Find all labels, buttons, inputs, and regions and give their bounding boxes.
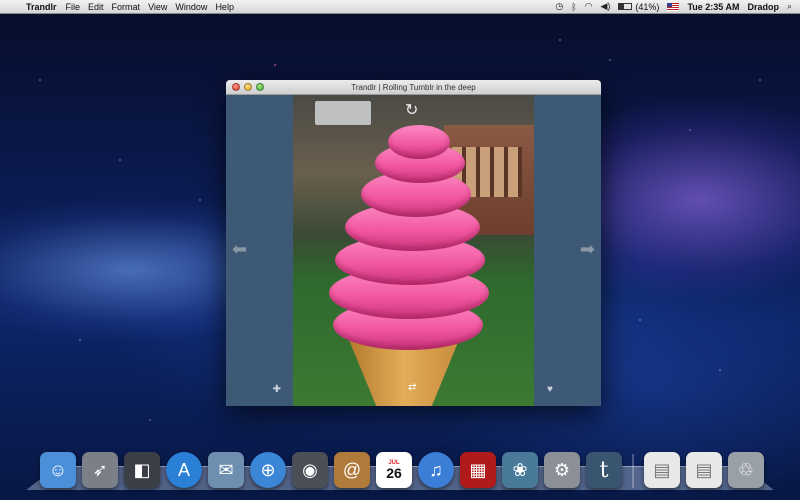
safari-icon[interactable]: ⊕	[250, 452, 286, 488]
document-icon-2[interactable]: ▤	[686, 452, 722, 488]
dock: ☺ ➶ ◧ A ✉ ⊕ ◉ @ JUL 26 ♫ ▦ ❀ ⚙ t ▤ ▤ ♲	[40, 448, 764, 488]
menu-view[interactable]: View	[148, 2, 167, 12]
like-heart-icon[interactable]: ♥	[547, 385, 553, 395]
address-book-icon[interactable]: @	[334, 452, 370, 488]
iphoto-icon[interactable]: ❀	[502, 452, 538, 488]
title-bar[interactable]: Trandlr | Rolling Tumblr in the deep	[226, 80, 601, 95]
document-icon[interactable]: ▤	[644, 452, 680, 488]
calendar-icon[interactable]: JUL 26	[376, 452, 412, 488]
dashboard-icon[interactable]: ◧	[124, 452, 160, 488]
background-sign	[315, 101, 371, 125]
add-icon[interactable]: ✚	[273, 385, 281, 395]
ice-cream-tip	[388, 125, 450, 159]
volume-icon[interactable]: ◀)	[601, 1, 611, 12]
menu-edit[interactable]: Edit	[88, 2, 104, 12]
trandlr-window: Trandlr | Rolling Tumblr in the deep ⬅ ✚…	[226, 80, 601, 406]
right-panel: ➡ ♥	[534, 95, 601, 406]
user-menu[interactable]: Dradop	[747, 2, 779, 12]
tumblr-icon[interactable]: t	[586, 452, 622, 488]
window-title: Trandlr | Rolling Tumblr in the deep	[226, 83, 601, 92]
app-store-icon[interactable]: A	[166, 452, 202, 488]
battery-percent: (41%)	[635, 2, 659, 12]
clock[interactable]: Tue 2:35 AM	[687, 2, 739, 12]
flag-icon[interactable]	[667, 3, 679, 11]
time-machine-icon[interactable]: ◷	[555, 1, 563, 12]
itunes-icon[interactable]: ♫	[418, 452, 454, 488]
status-area: ◷ ᛒ ◠ ◀) (41%) Tue 2:35 AM Dradop ⌕	[555, 1, 800, 12]
bluetooth-icon[interactable]: ᛒ	[571, 2, 576, 12]
system-preferences-icon[interactable]: ⚙	[544, 452, 580, 488]
battery-menu[interactable]: (41%)	[618, 2, 659, 12]
reblog-icon[interactable]: ⇄	[408, 383, 416, 393]
finder-icon[interactable]: ☺	[40, 452, 76, 488]
trash-icon[interactable]: ♲	[728, 452, 764, 488]
menu-file[interactable]: File	[66, 2, 81, 12]
calendar-day: 26	[386, 466, 402, 480]
window-content: ⬅ ✚ ↻ ⇄ ➡ ♥	[226, 95, 601, 406]
post-image[interactable]: ↻ ⇄	[293, 95, 534, 406]
menu-window[interactable]: Window	[175, 2, 207, 12]
facetime-icon[interactable]: ◉	[292, 452, 328, 488]
battery-icon	[618, 3, 632, 10]
launchpad-icon[interactable]: ➶	[82, 452, 118, 488]
wifi-icon[interactable]: ◠	[585, 1, 593, 12]
menu-bar: Trandlr File Edit Format View Window Hel…	[0, 0, 800, 14]
refresh-icon[interactable]: ↻	[405, 103, 418, 119]
app-menu[interactable]: Trandlr	[26, 2, 57, 12]
mail-icon[interactable]: ✉	[208, 452, 244, 488]
spotlight-icon[interactable]: ⌕	[787, 1, 792, 12]
left-panel: ⬅ ✚	[226, 95, 293, 406]
photo-booth-icon[interactable]: ▦	[460, 452, 496, 488]
menu-format[interactable]: Format	[112, 2, 141, 12]
previous-arrow-icon[interactable]: ⬅	[232, 240, 247, 258]
menu-help[interactable]: Help	[215, 2, 234, 12]
dock-separator	[632, 454, 634, 488]
next-arrow-icon[interactable]: ➡	[580, 240, 595, 258]
